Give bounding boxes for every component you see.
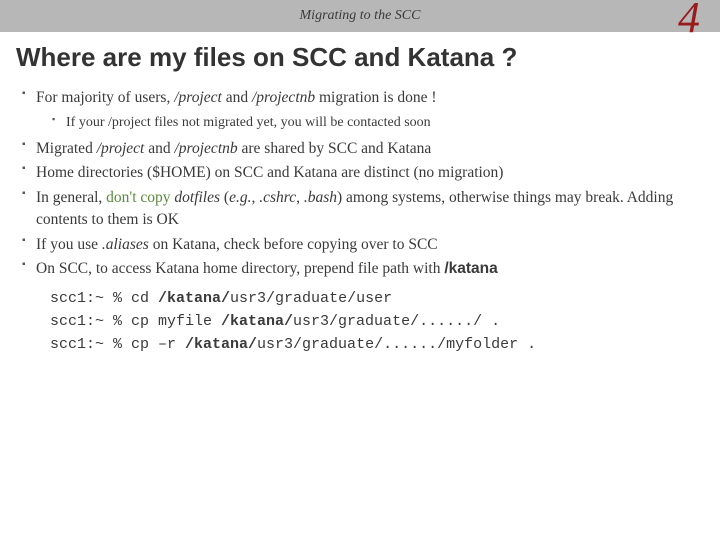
code-text: scc1:~ % cd	[50, 290, 158, 307]
text: For majority of users,	[36, 89, 174, 106]
path-project: /project	[97, 140, 149, 157]
code-line-3: scc1:~ % cp –r /katana/usr3/graduate/...…	[50, 333, 698, 356]
page-number: 4	[678, 0, 700, 40]
path-projectnb: /projectnb	[252, 89, 319, 106]
slide-title: Where are my files on SCC and Katana ?	[0, 32, 720, 87]
code-text: usr3/graduate/....../ .	[293, 313, 500, 330]
bullet-1-sub: If your /project files not migrated yet,…	[52, 113, 698, 133]
code-line-1: scc1:~ % cd /katana/usr3/graduate/user	[50, 287, 698, 310]
text: If you use	[36, 236, 102, 253]
text: on Katana, check before copying over to …	[153, 236, 438, 253]
code-bold: /katana/	[221, 313, 293, 330]
dotfiles: dotfiles	[174, 189, 224, 206]
eg: e.g.	[229, 189, 251, 206]
content-area: For majority of users, /project and /pro…	[0, 87, 720, 356]
text: In general,	[36, 189, 106, 206]
code-text: scc1:~ % cp myfile	[50, 313, 221, 330]
text: are shared by SCC and Katana	[242, 140, 432, 157]
code-bold: /katana/	[158, 290, 230, 307]
bullet-6: On SCC, to access Katana home directory,…	[22, 258, 698, 280]
text: Migrated	[36, 140, 97, 157]
code-bold: /katana/	[185, 336, 257, 353]
bullet-1: For majority of users, /project and /pro…	[22, 87, 698, 134]
code-text: usr3/graduate/user	[230, 290, 392, 307]
code-block: scc1:~ % cd /katana/usr3/graduate/user s…	[22, 287, 698, 357]
aliases: .aliases	[102, 236, 153, 253]
text: migration is done !	[319, 89, 437, 106]
katana-path: /katana	[444, 260, 497, 277]
text: ,	[296, 189, 304, 206]
path-projectnb: /projectnb	[174, 140, 241, 157]
bash: .bash	[304, 189, 337, 206]
text: On SCC, to access Katana home directory,…	[36, 260, 444, 277]
code-text: usr3/graduate/....../myfolder .	[257, 336, 536, 353]
bullet-list: For majority of users, /project and /pro…	[22, 87, 698, 281]
bullet-2: Migrated /project and /projectnb are sha…	[22, 138, 698, 160]
code-text: scc1:~ % cp –r	[50, 336, 185, 353]
cshrc: .cshrc	[259, 189, 296, 206]
path-project: /project	[174, 89, 226, 106]
text: and	[148, 140, 174, 157]
header-bar: Migrating to the SCC 4	[0, 0, 720, 32]
bullet-4: In general, don't copy dotfiles (e.g., .…	[22, 187, 698, 232]
emphasis-dont-copy: don't copy	[106, 189, 174, 206]
text: and	[226, 89, 252, 106]
bullet-3: Home directories ($HOME) on SCC and Kata…	[22, 162, 698, 184]
bullet-5: If you use .aliases on Katana, check bef…	[22, 234, 698, 256]
code-line-2: scc1:~ % cp myfile /katana/usr3/graduate…	[50, 310, 698, 333]
header-subtitle: Migrating to the SCC	[300, 8, 421, 24]
